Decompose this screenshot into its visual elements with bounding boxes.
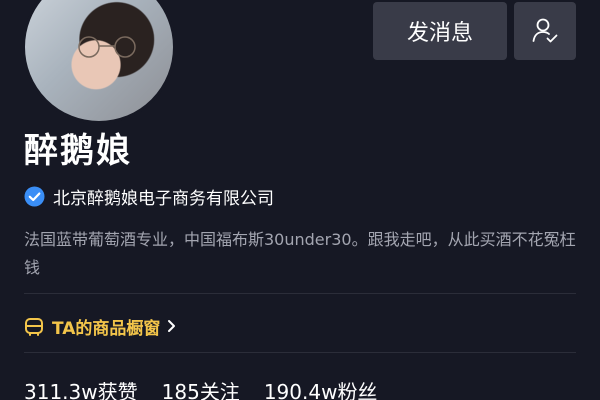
- avatar-glasses-detail: [78, 36, 136, 58]
- following-count: 185: [161, 380, 200, 400]
- stat-likes[interactable]: 311.3w获赞: [24, 376, 138, 400]
- divider: [24, 293, 576, 294]
- shop-window-icon: [25, 318, 43, 336]
- verification-text: 北京醉鹅娘电子商务有限公司: [53, 188, 274, 209]
- chevron-right-icon: [168, 320, 176, 332]
- avatar[interactable]: [22, 0, 176, 124]
- followers-label: 粉丝: [337, 380, 378, 400]
- following-label: 关注: [199, 380, 240, 400]
- shop-window-link[interactable]: TA的商品橱窗: [24, 313, 178, 339]
- stats-row: 311.3w获赞 185关注 190.4w粉丝: [24, 376, 401, 400]
- profile-page: 发消息 醉鹅娘 北京醉鹅娘电子商务有限公司 法国蓝带葡萄酒专业，中国福布斯30u…: [0, 0, 600, 400]
- followed-user-button[interactable]: [514, 2, 576, 60]
- profile-bio: 法国蓝带葡萄酒专业，中国福布斯30under30。跟我走吧，从此买酒不花冤枉钱: [24, 230, 576, 277]
- stat-followers[interactable]: 190.4w粉丝: [264, 376, 378, 400]
- user-check-icon: [532, 18, 558, 43]
- verification-row: 北京醉鹅娘电子商务有限公司: [24, 184, 274, 209]
- stat-following[interactable]: 185关注: [162, 376, 240, 400]
- send-message-button[interactable]: 发消息: [373, 2, 507, 60]
- shop-window-label: TA的商品橱窗: [52, 318, 161, 339]
- likes-label: 获赞: [97, 380, 138, 400]
- verified-badge-icon: [24, 186, 45, 206]
- send-message-label: 发消息: [406, 21, 473, 46]
- profile-name: 醉鹅娘: [24, 131, 132, 171]
- likes-count: 311.3w: [24, 380, 98, 400]
- followers-count: 190.4w: [263, 380, 338, 400]
- divider: [24, 352, 576, 353]
